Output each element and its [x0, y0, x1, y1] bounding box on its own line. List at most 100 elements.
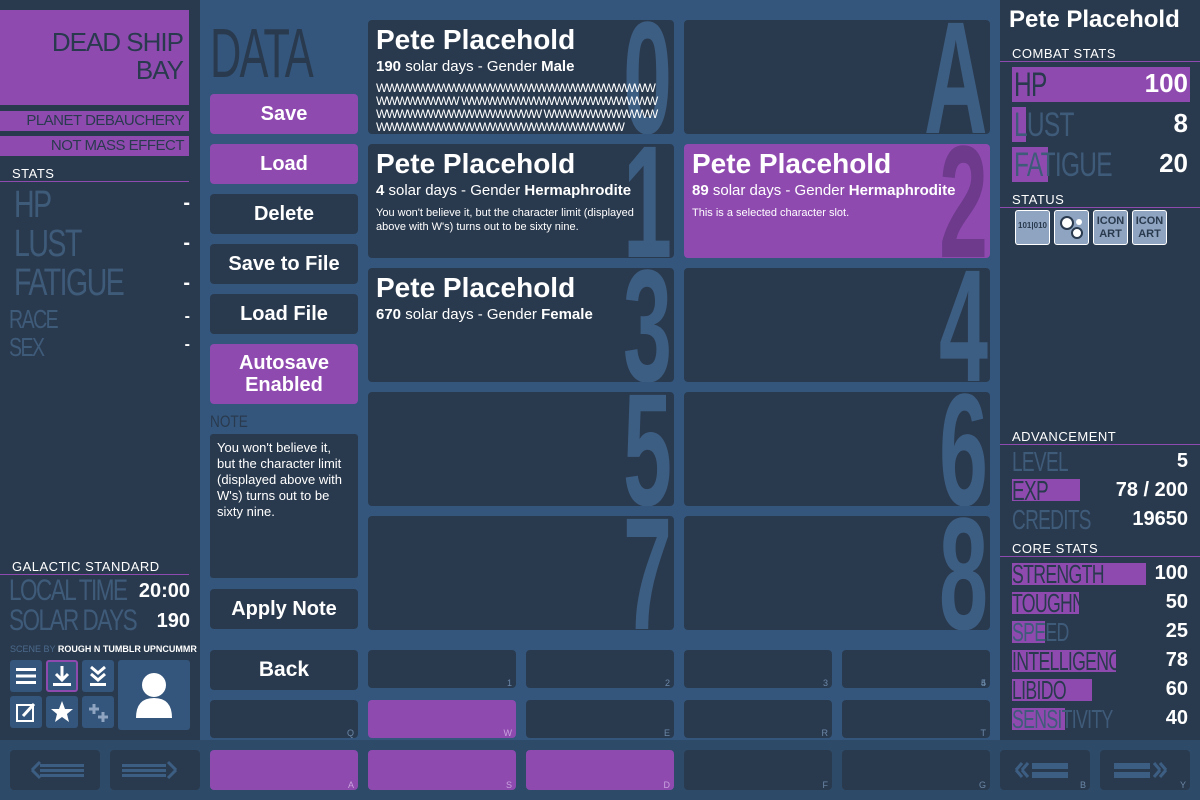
slot-number: 1: [623, 144, 672, 258]
slot-character-name: Pete Placehold: [376, 272, 576, 303]
edit-icon: [16, 702, 36, 722]
core-stat-value: 40: [1165, 707, 1188, 729]
game-screen: DEAD SHIP BAY PLANET DEBAUCHERY NOT MASS…: [0, 0, 1200, 800]
hotkey-button-1[interactable]: 1: [368, 650, 516, 688]
save-slot-7[interactable]: 7: [368, 516, 674, 630]
hotkey-button-f[interactable]: F: [684, 750, 832, 790]
hotkey-button-e[interactable]: E: [526, 700, 674, 738]
save-slot-6[interactable]: 6: [684, 392, 990, 506]
stat-fatigue-label: FATIGUE: [14, 262, 125, 304]
load-file-button[interactable]: Load File: [210, 294, 358, 334]
hotkey-button-3[interactable]: 3: [684, 650, 832, 688]
star-icon: [51, 701, 73, 722]
character-button[interactable]: [118, 660, 190, 730]
sparkle-icon: [89, 704, 108, 722]
hotkey-label: E: [663, 728, 670, 738]
hotkey-label: 3: [822, 678, 828, 688]
location-title: DEAD SHIP BAY: [0, 10, 189, 105]
save-slot-1[interactable]: 1 Pete Placehold 4 solar days - Gender H…: [368, 144, 674, 258]
save-slot-3[interactable]: 3 Pete Placehold 670 solar days - Gender…: [368, 268, 674, 382]
fatigue-value: 20: [1159, 148, 1188, 178]
core-stats-header: CORE STATS: [1000, 541, 1200, 557]
slot-number: 7: [623, 516, 672, 630]
load-button[interactable]: Load: [210, 144, 358, 184]
hotkey-button-t[interactable]: T: [842, 700, 990, 738]
double-arrow-right-icon: [1114, 762, 1168, 778]
save-to-file-button[interactable]: Save to File: [210, 244, 358, 284]
hotkey-button-2[interactable]: 2: [526, 650, 674, 688]
credits-label: CREDITS: [1012, 504, 1091, 535]
core-stat-label: TOUGHNESS: [1012, 588, 1118, 618]
slot-number: A: [924, 20, 988, 134]
level-up-button[interactable]: [82, 660, 114, 692]
core-stat-label: SENSITIVITY: [1012, 704, 1113, 734]
hotkey-button-q[interactable]: Q: [210, 700, 358, 738]
local-time-label: LOCAL TIME: [9, 574, 128, 607]
scroll-forward-button[interactable]: [110, 750, 200, 790]
appearance-button[interactable]: [82, 696, 114, 728]
hotkey-button-s[interactable]: S: [368, 750, 516, 790]
hotkey-button-d[interactable]: D: [526, 750, 674, 790]
hotkey-button-a[interactable]: A: [210, 750, 358, 790]
menu-button[interactable]: [10, 660, 42, 692]
slot-character-name: Pete Placehold: [376, 24, 576, 55]
left-panel: DEAD SHIP BAY PLANET DEBAUCHERY NOT MASS…: [0, 0, 200, 740]
save-slot-5[interactable]: 5: [368, 392, 674, 506]
hotkey-button-w[interactable]: W: [368, 700, 516, 738]
data-title: DATA: [210, 14, 314, 92]
status-header: STATUS: [1000, 192, 1200, 208]
hotkey-label: R: [821, 728, 829, 738]
save-slot-a[interactable]: A: [684, 20, 990, 134]
hotkey-label-5-wrapper: 5: [842, 650, 990, 688]
character-name: Pete Placehold: [1009, 6, 1180, 33]
journal-button[interactable]: [10, 696, 42, 728]
planet-label: PLANET DEBAUCHERY: [0, 111, 189, 131]
core-stat-label: LIBIDO: [1012, 675, 1067, 705]
hp-label: HP: [1014, 66, 1047, 104]
bubbles-icon: [1060, 216, 1083, 239]
delete-button[interactable]: Delete: [210, 194, 358, 234]
note-textarea[interactable]: You won't believe it, but the character …: [210, 434, 358, 578]
stat-race-label: RACE: [9, 304, 59, 334]
stat-fatigue-value: -: [183, 272, 190, 294]
status-bubbles-icon: [1054, 210, 1089, 245]
save-slot-4[interactable]: 4: [684, 268, 990, 382]
slot-character-name: Pete Placehold: [692, 148, 892, 179]
hotkey-label: A: [347, 780, 354, 790]
slot-meta: 4 solar days - Gender Hermaphrodite: [376, 182, 632, 199]
data-button[interactable]: [46, 660, 78, 692]
save-slot-0[interactable]: 0 Pete Placehold 190 solar days - Gender…: [368, 20, 674, 134]
hotkey-label: Y: [1179, 780, 1186, 790]
save-slot-8[interactable]: 8: [684, 516, 990, 630]
scroll-back-button[interactable]: [10, 750, 100, 790]
save-button[interactable]: Save: [210, 94, 358, 134]
status-placeholder-icon-1: ICON ART: [1093, 210, 1128, 245]
core-stat-value: 50: [1165, 591, 1188, 613]
slot-note: This is a selected character slot.: [692, 207, 850, 219]
fatigue-label: FATIGUE: [1014, 146, 1113, 184]
local-time-value: 20:00: [138, 580, 190, 602]
slot-meta: 190 solar days - Gender Male: [376, 58, 575, 75]
save-slot-2[interactable]: 2 Pete Placehold 89 solar days - Gender …: [684, 144, 990, 258]
avatar-icon: [136, 673, 172, 718]
prev-page-button[interactable]: B: [1000, 750, 1090, 790]
hotkey-button-g[interactable]: G: [842, 750, 990, 790]
autosave-toggle[interactable]: Autosave Enabled: [210, 344, 358, 404]
double-chevron-down-icon: [90, 665, 106, 686]
hotkey-label: F: [822, 780, 829, 790]
next-page-button[interactable]: Y: [1100, 750, 1190, 790]
menu-icon: [16, 668, 36, 684]
slot-number: 8: [939, 516, 988, 630]
stat-lust-label: LUST: [14, 223, 82, 265]
credits-value: 19650: [1132, 508, 1188, 530]
apply-note-button[interactable]: Apply Note: [210, 589, 358, 629]
combat-stats-header: COMBAT STATS: [1000, 46, 1200, 62]
exp-label: EXP: [1012, 475, 1049, 506]
hotkey-button-r[interactable]: R: [684, 700, 832, 738]
slot-number: 6: [939, 392, 988, 506]
note-label: NOTE: [210, 412, 248, 431]
scene-credit: SCENE BY ROUGH N TUMBLR UPNCUMMR: [10, 644, 197, 654]
perks-button[interactable]: [46, 696, 78, 728]
core-stat-label: STRENGTH: [1012, 559, 1104, 589]
hotkey-label: 5: [980, 678, 986, 688]
